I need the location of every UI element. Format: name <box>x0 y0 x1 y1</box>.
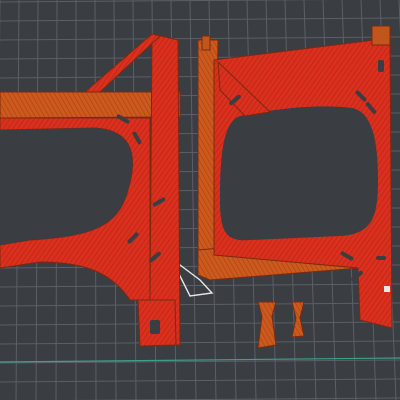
small-clip-part-1[interactable] <box>257 301 277 349</box>
grid-line <box>0 302 400 307</box>
left-frame-part[interactable] <box>0 33 181 347</box>
grid-line <box>0 321 400 326</box>
grid-line <box>0 17 400 22</box>
grid-line <box>189 0 197 400</box>
build-plate-scene[interactable] <box>0 0 400 400</box>
grid-line <box>0 378 400 383</box>
grid-line <box>0 0 334 3</box>
grid-line <box>0 283 400 288</box>
grid-line <box>0 340 400 345</box>
right-frame-part[interactable] <box>197 25 393 329</box>
slicer-viewport[interactable] <box>0 0 400 400</box>
